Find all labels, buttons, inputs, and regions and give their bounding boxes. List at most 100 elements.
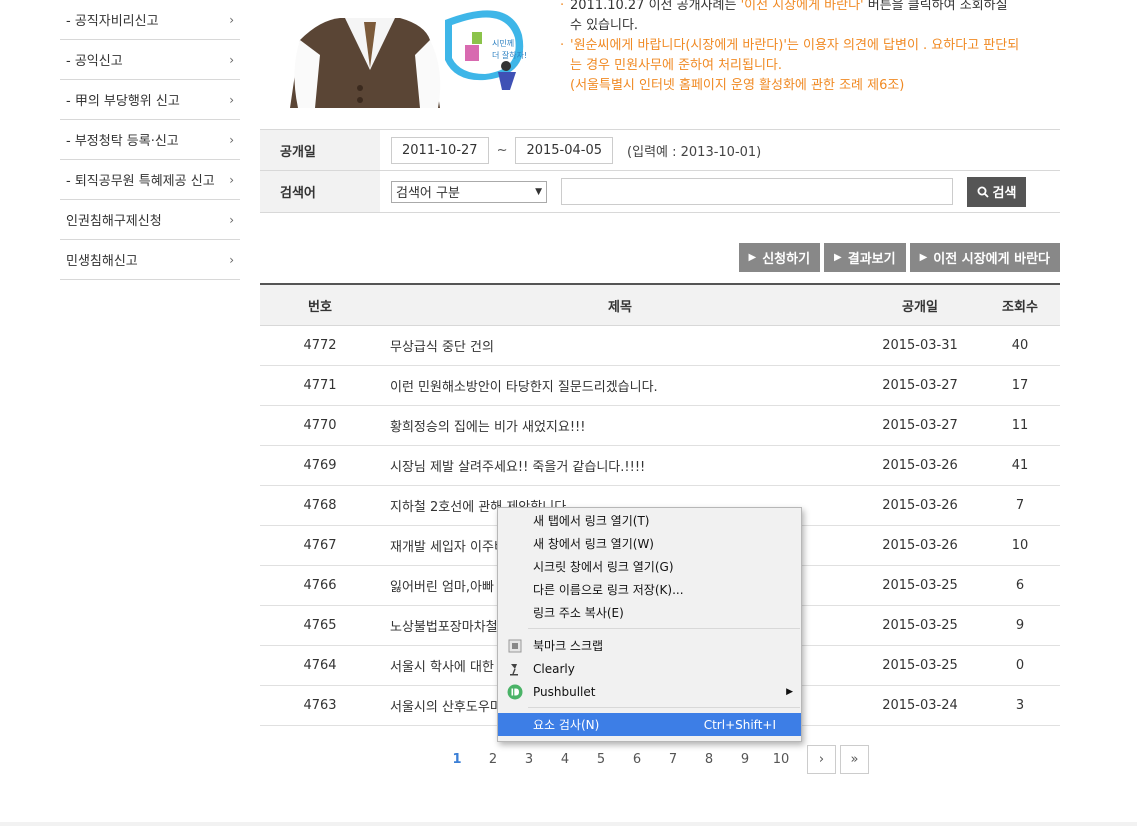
date-to-input[interactable]: 2015-04-05 (515, 136, 614, 164)
row-number: 4763 (303, 698, 337, 713)
row-date: 2015-03-27 (882, 418, 958, 433)
sidebar-item-livelihood[interactable]: 민생침해신고 › (60, 240, 240, 280)
page-7[interactable]: 7 (655, 745, 691, 774)
sidebar-item-improper-solicitation[interactable]: - 부정청탁 등록·신고 › (60, 120, 240, 160)
notice-line-archive: · 2011.10.27 이전 공개사례는 '이전 시장에게 바란다' 버튼을 … (560, 0, 1020, 36)
results-button[interactable]: ▶ 결과보기 (824, 243, 906, 272)
sidebar-item-unfair-practice[interactable]: - 甲의 부당행위 신고 › (60, 80, 240, 120)
chevron-right-icon: › (229, 52, 234, 67)
sidebar: - 공직자비리신고 › - 공익신고 › - 甲의 부당행위 신고 › - 부정청탁 … (60, 0, 240, 280)
row-title-link[interactable]: 무상급식 중단 건의 (380, 326, 860, 365)
menu-open-new-tab[interactable]: 새 탭에서 링크 열기(T) (498, 509, 801, 532)
sidebar-item-label: - 공직자비리신고 (66, 14, 159, 29)
page-2[interactable]: 2 (475, 745, 511, 774)
menu-clearly[interactable]: Clearly (498, 657, 801, 680)
header-views: 조회수 (1002, 299, 1038, 315)
sidebar-item-public-interest[interactable]: - 공익신고 › (60, 40, 240, 80)
pagination: 1 2 3 4 5 6 7 8 9 10 › » (439, 745, 869, 774)
context-menu: 새 탭에서 링크 열기(T) 새 창에서 링크 열기(W) 시크릿 창에서 링크… (497, 507, 802, 742)
page-4[interactable]: 4 (547, 745, 583, 774)
row-number: 4770 (303, 418, 337, 433)
page-1[interactable]: 1 (439, 745, 475, 774)
row-date: 2015-03-24 (882, 698, 958, 713)
date-example-hint: (입력예 : 2013-10-01) (627, 144, 762, 160)
dropdown-arrow-icon: ▼ (535, 186, 542, 197)
sidebar-item-official-corruption[interactable]: - 공직자비리신고 › (60, 0, 240, 40)
pushbullet-icon (507, 684, 523, 700)
inspect-shortcut: Ctrl+Shift+I (703, 717, 776, 732)
page-10[interactable]: 10 (763, 745, 799, 774)
row-title-link[interactable]: 시장님 제발 살려주세요!! 죽을거 같습니다.!!!! (380, 446, 860, 485)
chevron-right-icon: › (229, 252, 234, 267)
row-date: 2015-03-26 (882, 538, 958, 553)
menu-bookmark-scrap[interactable]: 북마크 스크랩 (498, 634, 801, 657)
chevron-right-icon: › (229, 212, 234, 227)
row-number: 4765 (303, 618, 337, 633)
date-row: 공개일 2011-10-27 ~ 2015-04-05 (입력예 : 2013-… (260, 130, 1060, 171)
menu-save-link-as[interactable]: 다른 이름으로 링크 저장(K)... (498, 578, 801, 601)
page-8[interactable]: 8 (691, 745, 727, 774)
page-3[interactable]: 3 (511, 745, 547, 774)
menu-separator (528, 628, 800, 629)
date-from-input[interactable]: 2011-10-27 (391, 136, 489, 164)
row-views: 0 (1015, 658, 1025, 673)
row-number: 4768 (303, 498, 337, 513)
row-date: 2015-03-27 (882, 378, 958, 393)
banner-notice: · 2011.10.27 이전 공개사례는 '이전 시장에게 바란다' 버튼을 … (560, 0, 1020, 96)
menu-inspect-element[interactable]: 요소 검사(N) Ctrl+Shift+I (498, 713, 801, 736)
sidebar-item-retired-official[interactable]: - 퇴직공무원 특혜제공 신고 › (60, 160, 240, 200)
menu-copy-link-address[interactable]: 링크 주소 복사(E) (498, 601, 801, 624)
play-icon: ▶ (834, 252, 842, 263)
page-6[interactable]: 6 (619, 745, 655, 774)
search-button[interactable]: 검색 (967, 176, 1026, 207)
row-number: 4771 (303, 378, 337, 393)
notice-line-processing: · '원순씨에게 바랍니다(시장에게 바란다)'는 이용자 의견에 답변이 . … (560, 38, 1020, 73)
row-date: 2015-03-26 (882, 458, 958, 473)
sidebar-item-label: - 공익신고 (66, 54, 123, 69)
menu-pushbullet[interactable]: Pushbullet ▶ (498, 680, 801, 703)
row-number: 4764 (303, 658, 337, 673)
table-header: 번호 제목 공개일 조회수 (260, 285, 1060, 326)
date-range-separator: ~ (496, 142, 508, 158)
row-views: 10 (1011, 538, 1029, 553)
row-date: 2015-03-25 (882, 578, 958, 593)
row-views: 40 (1011, 338, 1029, 353)
search-input[interactable] (561, 178, 953, 205)
keyword-row: 검색어 검색어 구분 ▼ 검색 (260, 171, 1060, 213)
sidebar-item-label: 인권침해구제신청 (66, 214, 162, 229)
previous-mayor-button[interactable]: ▶ 이전 시장에게 바란다 (909, 243, 1060, 272)
date-label: 공개일 (260, 130, 380, 170)
sidebar-item-human-rights[interactable]: 인권침해구제신청 › (60, 200, 240, 240)
table-row: 4769 시장님 제발 살려주세요!! 죽을거 같습니다.!!!! 2015-03-… (260, 446, 1060, 486)
chevron-right-icon: › (229, 12, 234, 27)
menu-separator (528, 707, 800, 708)
menu-open-incognito[interactable]: 시크릿 창에서 링크 열기(G) (498, 555, 801, 578)
page-9[interactable]: 9 (727, 745, 763, 774)
search-type-select[interactable]: 검색어 구분 ▼ (391, 180, 547, 203)
next-page-button[interactable]: › (807, 745, 836, 774)
search-form: 공개일 2011-10-27 ~ 2015-04-05 (입력예 : 2013-… (260, 129, 1060, 213)
row-number: 4766 (303, 578, 337, 593)
sidebar-item-label: - 부정청탁 등록·신고 (66, 134, 179, 149)
page-5[interactable]: 5 (583, 745, 619, 774)
last-page-button[interactable]: » (840, 745, 869, 774)
table-row: 4770 황희정승의 집에는 비가 새었지요!!! 2015-03-27 11 (260, 406, 1060, 446)
row-date: 2015-03-25 (882, 618, 958, 633)
row-date: 2015-03-26 (882, 498, 958, 513)
row-title-link[interactable]: 이런 민원해소방안이 타당한지 질문드리겠습니다. (380, 366, 860, 405)
menu-open-new-window[interactable]: 새 창에서 링크 열기(W) (498, 532, 801, 555)
bullet-icon: · (560, 0, 565, 13)
search-icon (977, 186, 989, 198)
row-number: 4772 (303, 338, 337, 353)
table-row: 4771 이런 민원해소방안이 타당한지 질문드리겠습니다. 2015-03-27 1… (260, 366, 1060, 406)
row-title-link[interactable]: 황희정승의 집에는 비가 새었지요!!! (380, 406, 860, 445)
notice-line-ordinance: (서울특별시 인터넷 홈페이지 운영 활성화에 관한 조례 제6조) (570, 78, 905, 93)
header-title: 제목 (608, 299, 632, 315)
footer-divider (0, 822, 1137, 826)
row-views: 6 (1015, 578, 1025, 593)
chevron-right-icon: › (229, 172, 234, 187)
keyword-label: 검색어 (260, 171, 380, 212)
row-views: 41 (1011, 458, 1029, 473)
apply-button[interactable]: ▶ 신청하기 (738, 243, 821, 272)
bookmark-scrap-icon (507, 638, 523, 654)
